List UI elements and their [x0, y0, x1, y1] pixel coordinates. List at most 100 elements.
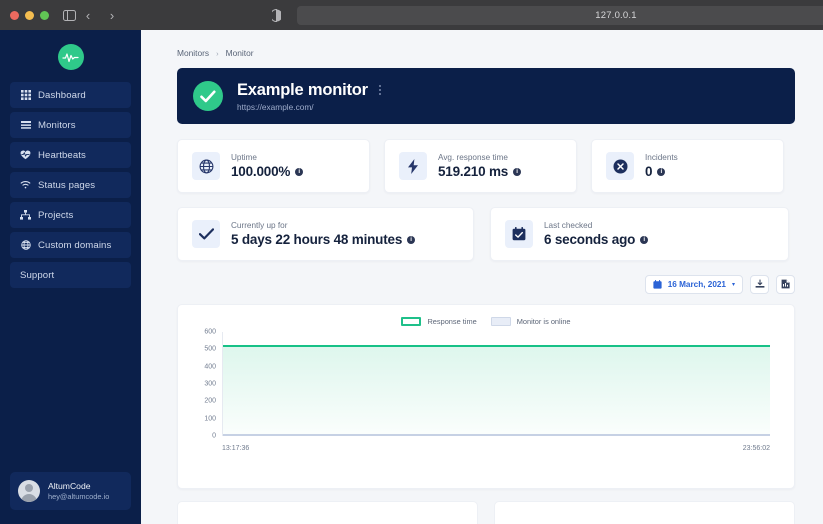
- x-tick-end: 23:56:02: [742, 445, 770, 452]
- reader-mode-icon[interactable]: [272, 5, 281, 25]
- breadcrumb-monitors[interactable]: Monitors: [177, 48, 209, 58]
- bottom-card-right: [494, 501, 795, 524]
- avg-response-time-card: Avg. response time 519.210 ms i: [384, 139, 577, 193]
- sidebar-item-monitors[interactable]: Monitors: [10, 112, 131, 138]
- stat-label: Uptime: [231, 153, 257, 162]
- monitor-online-band: [223, 433, 770, 436]
- minimize-window-button[interactable]: [25, 10, 34, 20]
- uptime-texts: Uptime 100.000% i: [231, 153, 304, 179]
- currently-up-texts: Currently up for 5 days 22 hours 48 minu…: [231, 221, 416, 247]
- sidebar-toggle-icon[interactable]: [63, 5, 76, 25]
- y-tick: 300: [204, 380, 216, 388]
- chevron-down-icon: ▾: [731, 282, 735, 288]
- breadcrumb-separator: ›: [216, 48, 219, 58]
- bottom-cards-row: [177, 501, 795, 524]
- stat-label: Incidents: [645, 153, 678, 162]
- sidebar: Dashboard Monitors Heartbeats Status pag…: [0, 30, 141, 524]
- y-tick: 500: [204, 345, 216, 353]
- browser-toolbar: ‹ › 127.0.0.1 ↻ +: [0, 0, 823, 30]
- y-tick: 200: [204, 397, 216, 405]
- stat-value: 5 days 22 hours 48 minutes: [231, 232, 403, 247]
- address-bar[interactable]: 127.0.0.1 ↻: [297, 5, 823, 25]
- back-arrow-icon[interactable]: ‹: [78, 5, 98, 25]
- status-row: Currently up for 5 days 22 hours 48 minu…: [177, 207, 795, 261]
- legend-swatch-response-time: [401, 317, 422, 326]
- list-icon: [20, 120, 31, 131]
- sidebar-item-label: Monitors: [38, 119, 76, 131]
- x-circle-icon: [606, 152, 634, 180]
- close-window-button[interactable]: [10, 10, 19, 20]
- x-tick-start: 13:17:36: [222, 445, 250, 452]
- y-tick: 0: [212, 432, 216, 440]
- info-icon[interactable]: i: [657, 167, 666, 176]
- kebab-menu-icon[interactable]: [377, 83, 383, 97]
- currently-up-card: Currently up for 5 days 22 hours 48 minu…: [177, 207, 474, 261]
- monitor-header-texts: Example monitor https://example.com/: [237, 81, 383, 112]
- sidebar-item-status-pages[interactable]: Status pages: [10, 172, 131, 198]
- sidebar-item-support[interactable]: Support: [10, 262, 131, 288]
- sidebar-item-label: Status pages: [38, 179, 96, 191]
- sidebar-item-label: Dashboard: [38, 89, 86, 101]
- avg-response-texts: Avg. response time 519.210 ms i: [438, 153, 522, 179]
- wifi-icon: [20, 180, 31, 191]
- y-axis: 600 500 400 300 200 100 0: [192, 329, 220, 440]
- stat-value-row: 5 days 22 hours 48 minutes i: [231, 232, 416, 247]
- url-text: 127.0.0.1: [595, 9, 637, 21]
- breadcrumb: Monitors › Monitor: [177, 48, 795, 58]
- bottom-card-left: [177, 501, 478, 524]
- app-window: Dashboard Monitors Heartbeats Status pag…: [0, 30, 823, 524]
- forward-arrow-icon[interactable]: ›: [102, 5, 122, 25]
- heart-pulse-icon: [20, 150, 31, 161]
- uptime-card: Uptime 100.000% i: [177, 139, 370, 193]
- sidebar-item-heartbeats[interactable]: Heartbeats: [10, 142, 131, 168]
- calendar-icon: [653, 276, 662, 294]
- info-icon[interactable]: i: [407, 235, 416, 244]
- monitor-url: https://example.com/: [237, 101, 314, 112]
- stat-value: 6 seconds ago: [544, 232, 636, 247]
- calendar-check-icon: [505, 220, 533, 248]
- monitor-title-row: Example monitor: [237, 81, 383, 100]
- stat-value-row: 0 i: [645, 164, 678, 179]
- sidebar-item-dashboard[interactable]: Dashboard: [10, 82, 131, 108]
- maximize-window-button[interactable]: [40, 10, 49, 20]
- legend-item-monitor-online[interactable]: Monitor is online: [490, 317, 571, 326]
- sidebar-item-custom-domains[interactable]: Custom domains: [10, 232, 131, 258]
- user-meta: AltumCode hey@altumcode.io: [48, 481, 109, 501]
- legend-item-response-time[interactable]: Response time: [401, 317, 477, 326]
- legend-label: Monitor is online: [516, 317, 571, 326]
- stat-label: Last checked: [544, 221, 593, 230]
- response-time-chart-card: Response time Monitor is online 600 500 …: [177, 304, 795, 489]
- sidebar-item-label: Heartbeats: [38, 149, 86, 161]
- stat-value: 100.000%: [231, 164, 291, 179]
- breadcrumb-current: Monitor: [225, 48, 254, 58]
- info-icon[interactable]: i: [640, 235, 649, 244]
- report-button[interactable]: [776, 275, 795, 294]
- chart-legend: Response time Monitor is online: [192, 317, 780, 326]
- user-account-card[interactable]: AltumCode hey@altumcode.io: [10, 472, 131, 510]
- globe-icon: [192, 152, 220, 180]
- user-email: hey@altumcode.io: [48, 492, 110, 501]
- info-icon[interactable]: i: [295, 167, 304, 176]
- incidents-texts: Incidents 0 i: [645, 153, 678, 179]
- logo-wrapper: [0, 44, 141, 70]
- stats-row: Uptime 100.000% i Avg. response time 519…: [177, 139, 795, 193]
- stat-value-row: 519.210 ms i: [438, 164, 522, 179]
- x-axis: 13:17:36 23:56:02: [222, 445, 770, 452]
- sidebar-item-projects[interactable]: Projects: [10, 202, 131, 228]
- sidebar-item-label: Support: [20, 269, 55, 281]
- download-button[interactable]: [750, 275, 769, 294]
- window-controls: [10, 10, 49, 20]
- stat-value: 0: [645, 164, 653, 179]
- globe-icon: [20, 240, 31, 251]
- y-tick: 100: [204, 415, 216, 423]
- stat-label: Currently up for: [231, 221, 288, 230]
- pulse-logo[interactable]: [57, 44, 84, 70]
- document-icon: [781, 276, 790, 294]
- grid-icon: [20, 90, 31, 101]
- main-content: Monitors › Monitor Example monitor https…: [141, 30, 823, 524]
- last-checked-card: Last checked 6 seconds ago i: [490, 207, 789, 261]
- date-picker[interactable]: 16 March, 2021 ▾: [644, 275, 743, 294]
- page-title: Example monitor: [237, 80, 368, 99]
- info-icon[interactable]: i: [513, 167, 522, 176]
- user-name: AltumCode: [48, 481, 91, 491]
